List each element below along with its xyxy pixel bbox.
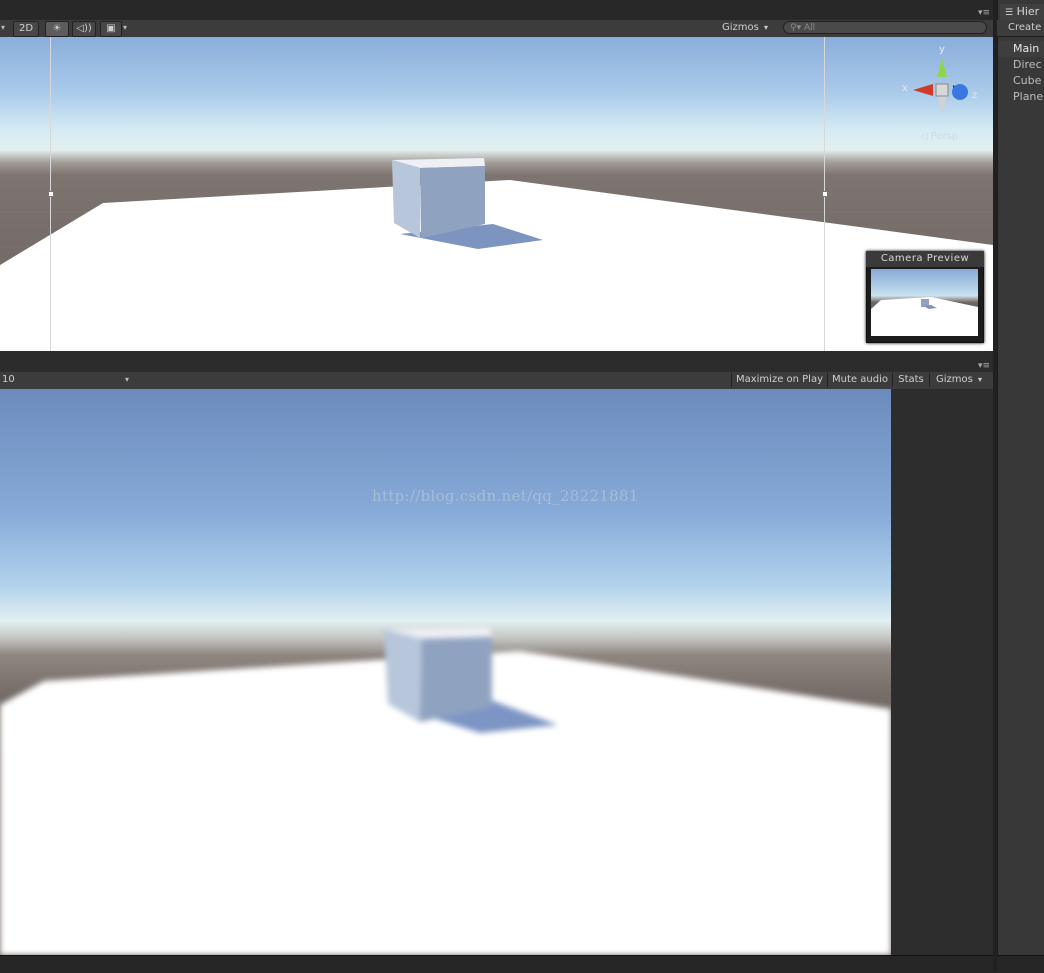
- cube-object: [392, 158, 485, 238]
- sun-icon: ☀: [52, 23, 62, 34]
- projection-label: Persp: [930, 131, 959, 142]
- 2d-toggle-button[interactable]: 2D: [13, 21, 39, 37]
- scene-render: [0, 158, 993, 351]
- search-icon: ⚲▾: [790, 23, 802, 33]
- status-bar: [0, 955, 1044, 973]
- chevron-down-icon: ▾: [125, 375, 130, 384]
- gizmo-y-label: y: [939, 44, 945, 55]
- panel-menu-icon[interactable]: ▾≡: [976, 7, 992, 19]
- tab-hierarchy[interactable]: ☰ Hier: [1000, 4, 1044, 20]
- chevron-down-icon: ▾: [978, 375, 983, 384]
- scene-gizmos-dropdown[interactable]: Gizmos ▾: [722, 21, 768, 35]
- hierarchy-tab-label: Hier: [1016, 5, 1040, 18]
- scene-tab-bar: [0, 0, 993, 20]
- frustum-handle-right[interactable]: [822, 191, 828, 197]
- gizmos-label: Gizmos: [722, 22, 759, 33]
- plane-object: [0, 180, 993, 351]
- camera-preview-title: Camera Preview: [866, 251, 984, 267]
- watermark-text: http://blog.csdn.net/qq_28221881: [372, 487, 639, 505]
- projection-toggle[interactable]: ◁ Persp: [920, 131, 958, 142]
- gizmo-z-label: z: [972, 90, 978, 101]
- game-letterbox: [891, 389, 993, 955]
- effects-caret-icon[interactable]: ▾: [123, 21, 131, 35]
- camera-preview-image: [871, 269, 978, 336]
- shading-mode-caret-icon[interactable]: ▾: [1, 21, 9, 35]
- scene-audio-button[interactable]: ◁)): [72, 21, 96, 37]
- hierarchy-item-plane[interactable]: Plane: [1013, 90, 1043, 103]
- panel-divider[interactable]: [0, 351, 993, 361]
- list-icon: ☰: [1005, 8, 1014, 18]
- cube-object: [384, 627, 492, 722]
- game-tab-bar: [0, 361, 993, 372]
- game-gizmos-dropdown[interactable]: Gizmos ▾: [929, 373, 988, 387]
- gizmos-label: Gizmos: [935, 374, 973, 385]
- aspect-dropdown[interactable]: 10: [0, 372, 130, 388]
- search-placeholder: All: [803, 23, 816, 33]
- scene-lighting-button[interactable]: ☀: [45, 21, 69, 37]
- frustum-handle-left[interactable]: [48, 191, 54, 197]
- create-dropdown[interactable]: Create: [1008, 21, 1041, 35]
- image-icon: ▣: [106, 23, 116, 34]
- hierarchy-panel: [997, 0, 1044, 955]
- maximize-on-play-toggle[interactable]: Maximize on Play: [731, 373, 827, 387]
- speaker-icon: ◁)): [76, 23, 92, 34]
- hierarchy-item-directional[interactable]: Direc: [1013, 58, 1042, 71]
- scene-search-input[interactable]: ⚲▾ All: [783, 21, 987, 34]
- mute-audio-toggle[interactable]: Mute audio: [827, 373, 892, 387]
- scene-effects-button[interactable]: ▣: [100, 21, 122, 37]
- game-render: [0, 627, 891, 955]
- panel-menu-icon[interactable]: ▾≡: [976, 361, 992, 372]
- stats-toggle[interactable]: Stats: [892, 373, 929, 387]
- scene-viewport[interactable]: [0, 37, 993, 351]
- perspective-icon: ◁: [920, 131, 928, 142]
- hierarchy-item-cube[interactable]: Cube: [1013, 74, 1041, 87]
- gizmo-x-label: x: [902, 83, 908, 94]
- hierarchy-item-main[interactable]: Main: [1013, 42, 1039, 55]
- chevron-down-icon: ▾: [764, 23, 769, 32]
- game-viewport[interactable]: [0, 389, 891, 955]
